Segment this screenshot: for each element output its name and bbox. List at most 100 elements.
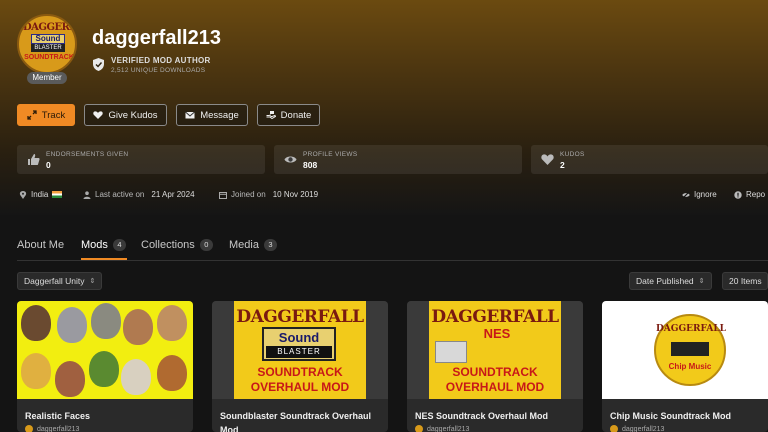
chip-music-logo: DAGGERFALL Chip Music [654,314,726,386]
mod-thumbnail: DAGGERFALL NES SOUNDTRACK OVERHAUL MOD [407,301,583,399]
microchip-image [671,342,709,356]
sort-value: Date Published [636,276,694,286]
track-icon [27,110,37,120]
mod-title[interactable]: Soundblaster Soundtrack Overhaul Mod [220,409,380,432]
avatar-text-line3: BLASTER [31,44,65,52]
ignore-label: Ignore [694,190,717,199]
donate-button[interactable]: Donate [257,104,320,126]
joined-label: Joined on [231,190,266,199]
avatar-text-line2: Sound [31,34,65,44]
message-button[interactable]: Message [176,104,248,126]
stat-label: PROFILE VIEWS [303,151,358,158]
mod-author-name: daggerfall213 [37,425,80,432]
author-avatar [25,425,33,432]
envelope-icon [185,111,196,119]
mod-author[interactable]: daggerfall213 [415,425,469,432]
member-badge: Member [27,72,67,84]
mod-card-nes[interactable]: DAGGERFALL NES SOUNDTRACK OVERHAUL MOD N… [407,301,583,432]
tab-count: 0 [199,239,213,251]
thumb-daggerfall-text: DAGGERFALL [236,307,364,327]
last-active-label: Last active on [95,190,145,199]
mod-card-chip-music[interactable]: DAGGERFALL Chip Music Chip Music Soundtr… [602,301,768,432]
report-button[interactable]: Repo [734,190,765,199]
face-image [123,309,153,345]
tab-count: 3 [263,239,277,251]
mod-card-realistic-faces[interactable]: Realistic Faces daggerfall213 [17,301,193,432]
ignore-button[interactable]: Ignore [682,190,717,199]
tab-about-me[interactable]: About Me [17,239,64,251]
calendar-icon [219,191,227,199]
donate-label: Donate [280,109,312,121]
items-per-page-dropdown[interactable]: 20 Items [722,272,768,290]
mod-author[interactable]: daggerfall213 [610,425,664,432]
tab-label: Media [229,239,259,251]
track-button[interactable]: Track [17,104,75,126]
game-filter-dropdown[interactable]: Daggerfall Unity ⇕ [17,272,103,290]
mod-card-soundblaster[interactable]: DAGGERFALL Sound BLASTER SOUNDTRACK OVER… [212,301,388,432]
location-pin-icon [19,190,27,199]
tab-label: About Me [17,239,65,251]
avatar-text-line1: DAGGERFALL [23,22,76,33]
thumb-chip-music-text: Chip Music [668,362,712,371]
verified-author-label: VERIFIED MOD AUTHOR [111,56,211,65]
thumb-soundtrack-text: SOUNDTRACK [452,365,538,379]
mod-thumbnail [17,301,193,399]
tab-mods[interactable]: Mods 4 [81,239,126,251]
stat-label: KUDOS [560,151,585,158]
mod-thumbnail: DAGGERFALL Chip Music [602,301,768,399]
stat-label: ENDORSEMENTS GIVEN [46,151,129,158]
eye-icon [284,156,297,163]
thumb-nes-text: NES [483,326,511,341]
india-flag-icon [52,191,63,198]
face-image [21,305,51,341]
face-image [55,361,85,397]
chevron-updown-icon: ⇕ [89,278,96,285]
track-label: Track [41,109,66,121]
last-active-date: 21 Apr 2024 [151,190,195,199]
stat-kudos: KUDOS 2 [531,145,768,174]
report-icon [734,190,742,199]
active-tab-indicator [81,258,127,260]
report-label: Repo [746,190,766,199]
author-avatar [415,425,423,432]
stat-value: 0 [46,160,51,170]
thumb-blaster-text: BLASTER [266,346,332,358]
items-per-page-value: 20 Items [729,276,762,286]
mod-title[interactable]: NES Soundtrack Overhaul Mod [415,409,575,423]
face-image [91,303,121,339]
face-image [157,305,187,341]
sort-dropdown[interactable]: Date Published ⇕ [629,272,712,290]
mod-author-name: daggerfall213 [622,425,665,432]
message-label: Message [200,109,239,121]
avatar-text-line4: SOUNDTRACK [24,54,74,61]
soundblaster-logo: Sound BLASTER [262,327,336,361]
tab-count: 4 [112,239,126,251]
author-avatar [610,425,618,432]
mod-title[interactable]: Chip Music Soundtrack Mod [610,409,768,423]
tab-media[interactable]: Media 3 [229,239,277,251]
face-image [89,351,119,387]
last-active: Last active on 21 Apr 2024 [83,190,195,199]
country: India [31,190,49,199]
mod-author[interactable]: daggerfall213 [25,425,79,432]
tab-collections[interactable]: Collections 0 [141,239,213,251]
username: daggerfall213 [92,27,221,49]
thumb-sound-text: Sound [278,330,320,345]
face-image [57,307,87,343]
game-filter-value: Daggerfall Unity [24,276,85,286]
face-image [157,355,187,391]
joined: Joined on 10 Nov 2019 [219,190,318,199]
thumb-overhaul-text: OVERHAUL MOD [250,380,350,394]
nes-console-image [435,341,467,363]
mod-title[interactable]: Realistic Faces [25,409,185,423]
stat-value: 2 [560,160,565,170]
face-image [121,359,151,395]
chevron-updown-icon: ⇕ [698,278,705,285]
thumb-daggerfall-text: DAGGERFALL [431,307,559,327]
location: India [19,190,63,199]
give-kudos-button[interactable]: Give Kudos [84,104,167,126]
mod-thumbnail: DAGGERFALL Sound BLASTER SOUNDTRACK OVER… [212,301,388,399]
give-kudos-label: Give Kudos [108,109,158,121]
face-image [21,353,51,389]
avatar: DAGGERFALL Sound BLASTER SOUNDTRACK [17,14,77,74]
